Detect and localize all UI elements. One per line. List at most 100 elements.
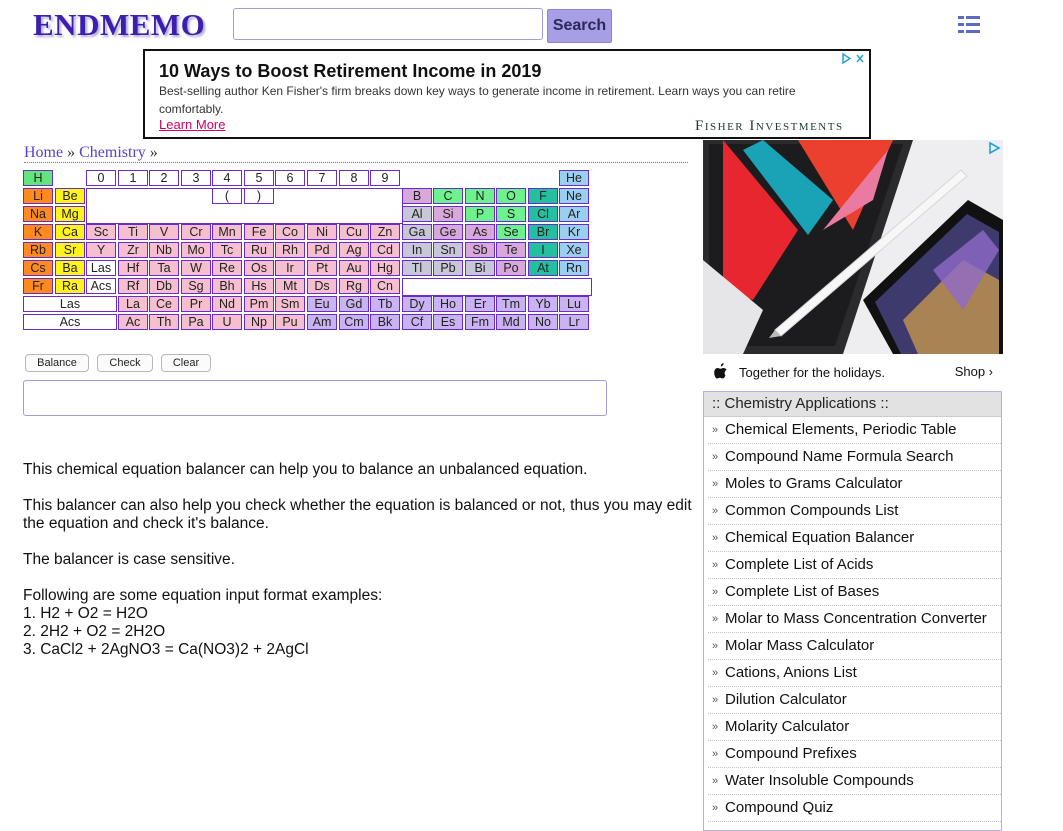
- element-key-es[interactable]: Es: [433, 314, 463, 330]
- open-paren-key[interactable]: (: [212, 188, 242, 204]
- element-key-cs[interactable]: Cs: [23, 260, 53, 276]
- app-link-label[interactable]: Molar Mass Calculator: [725, 637, 874, 654]
- element-key-eu[interactable]: Eu: [307, 296, 337, 312]
- element-key-ga[interactable]: Ga: [402, 224, 432, 240]
- number-key-8[interactable]: 8: [339, 170, 369, 186]
- element-key-in[interactable]: In: [402, 242, 432, 258]
- element-key-u[interactable]: U: [212, 314, 242, 330]
- app-list-item[interactable]: » Molar to Mass Concentration Converter: [708, 606, 1001, 633]
- element-key-sr[interactable]: Sr: [55, 242, 85, 258]
- element-key-las[interactable]: Las: [86, 260, 116, 276]
- element-key-ac[interactable]: Ac: [118, 314, 148, 330]
- element-key-pt[interactable]: Pt: [307, 260, 337, 276]
- element-key-bh[interactable]: Bh: [212, 278, 242, 294]
- element-key-mn[interactable]: Mn: [212, 224, 242, 240]
- search-input[interactable]: [233, 8, 543, 40]
- element-key-pb[interactable]: Pb: [433, 260, 463, 276]
- side-advertisement[interactable]: Together for the holidays. Shop ›: [703, 140, 1003, 390]
- element-key-fm[interactable]: Fm: [465, 314, 495, 330]
- number-key-3[interactable]: 3: [181, 170, 211, 186]
- element-key-mt[interactable]: Mt: [275, 278, 305, 294]
- element-key-np[interactable]: Np: [244, 314, 274, 330]
- app-list-item[interactable]: » Complete List of Bases: [708, 579, 1001, 606]
- number-key-1[interactable]: 1: [118, 170, 148, 186]
- element-key-k[interactable]: K: [23, 224, 53, 240]
- element-key-ag[interactable]: Ag: [339, 242, 369, 258]
- element-key-tm[interactable]: Tm: [496, 296, 526, 312]
- element-key-dy[interactable]: Dy: [402, 296, 432, 312]
- element-key-bi[interactable]: Bi: [465, 260, 495, 276]
- element-key-rf[interactable]: Rf: [118, 278, 148, 294]
- element-key-pa[interactable]: Pa: [181, 314, 211, 330]
- check-button[interactable]: Check: [97, 354, 153, 372]
- top-advertisement[interactable]: 10 Ways to Boost Retirement Income in 20…: [143, 49, 871, 139]
- app-link-label[interactable]: Complete List of Bases: [725, 583, 879, 600]
- element-key-pr[interactable]: Pr: [181, 296, 211, 312]
- element-key-ru[interactable]: Ru: [244, 242, 274, 258]
- element-key-lr[interactable]: Lr: [559, 314, 589, 330]
- app-list-item[interactable]: » Moles to Grams Calculator: [708, 471, 1001, 498]
- app-link-label[interactable]: Dilution Calculator: [725, 691, 847, 708]
- element-key-rb[interactable]: Rb: [23, 242, 53, 258]
- ad-shop-link[interactable]: Shop ›: [955, 364, 993, 379]
- element-key-br[interactable]: Br: [528, 224, 558, 240]
- element-key-pu[interactable]: Pu: [275, 314, 305, 330]
- app-list-item[interactable]: » Molar Mass Calculator: [708, 633, 1001, 660]
- clear-button[interactable]: Clear: [161, 354, 211, 372]
- element-key-y[interactable]: Y: [86, 242, 116, 258]
- element-key-tb[interactable]: Tb: [370, 296, 400, 312]
- element-key-te[interactable]: Te: [496, 242, 526, 258]
- element-key-gd[interactable]: Gd: [339, 296, 369, 312]
- element-key-re[interactable]: Re: [212, 260, 242, 276]
- app-list-item[interactable]: » Dilution Calculator: [708, 687, 1001, 714]
- element-key-sm[interactable]: Sm: [275, 296, 305, 312]
- element-key-bk[interactable]: Bk: [370, 314, 400, 330]
- element-key-db[interactable]: Db: [149, 278, 179, 294]
- element-key-acs[interactable]: Acs: [86, 278, 116, 294]
- element-key-at[interactable]: At: [528, 260, 558, 276]
- ad-choices-icon[interactable]: [841, 52, 867, 68]
- element-key-al[interactable]: Al: [402, 206, 432, 222]
- app-link-label[interactable]: Chemical Equation Balancer: [725, 529, 914, 546]
- element-key-ni[interactable]: Ni: [307, 224, 337, 240]
- app-link-label[interactable]: Compound Prefixes: [725, 745, 857, 762]
- element-key-nb[interactable]: Nb: [149, 242, 179, 258]
- app-list-item[interactable]: » Water Insoluble Compounds: [708, 768, 1001, 795]
- number-key-4[interactable]: 4: [212, 170, 242, 186]
- element-key-ba[interactable]: Ba: [55, 260, 85, 276]
- element-key-la[interactable]: La: [118, 296, 148, 312]
- element-key-th[interactable]: Th: [149, 314, 179, 330]
- element-key-as[interactable]: As: [465, 224, 495, 240]
- element-key-cm[interactable]: Cm: [339, 314, 369, 330]
- element-key-pm[interactable]: Pm: [244, 296, 274, 312]
- element-key-fe[interactable]: Fe: [244, 224, 274, 240]
- element-key-hg[interactable]: Hg: [370, 260, 400, 276]
- element-key-b[interactable]: B: [402, 188, 432, 204]
- element-key-mo[interactable]: Mo: [181, 242, 211, 258]
- element-key-h[interactable]: H: [23, 170, 53, 186]
- app-list-item[interactable]: » Compound Prefixes: [708, 741, 1001, 768]
- app-link-label[interactable]: Chemical Elements, Periodic Table: [725, 421, 957, 438]
- number-key-7[interactable]: 7: [307, 170, 337, 186]
- equation-input[interactable]: [23, 380, 607, 416]
- app-link-label[interactable]: Cations, Anions List: [725, 664, 857, 681]
- element-key-kr[interactable]: Kr: [559, 224, 589, 240]
- element-key-zn[interactable]: Zn: [370, 224, 400, 240]
- app-link-label[interactable]: Compound Name Formula Search: [725, 448, 953, 465]
- element-key-er[interactable]: Er: [465, 296, 495, 312]
- element-key-si[interactable]: Si: [433, 206, 463, 222]
- ad-title[interactable]: 10 Ways to Boost Retirement Income in 20…: [159, 61, 541, 82]
- element-key-yb[interactable]: Yb: [528, 296, 558, 312]
- app-link-label[interactable]: Molarity Calculator: [725, 718, 849, 735]
- element-key-rh[interactable]: Rh: [275, 242, 305, 258]
- app-list-item[interactable]: » Molarity Calculator: [708, 714, 1001, 741]
- element-key-fr[interactable]: Fr: [23, 278, 53, 294]
- element-key-po[interactable]: Po: [496, 260, 526, 276]
- element-key-f[interactable]: F: [528, 188, 558, 204]
- number-key-0[interactable]: 0: [86, 170, 116, 186]
- element-key-ge[interactable]: Ge: [433, 224, 463, 240]
- element-key-sc[interactable]: Sc: [86, 224, 116, 240]
- element-key-lu[interactable]: Lu: [559, 296, 589, 312]
- element-key-cl[interactable]: Cl: [528, 206, 558, 222]
- element-key-hf[interactable]: Hf: [118, 260, 148, 276]
